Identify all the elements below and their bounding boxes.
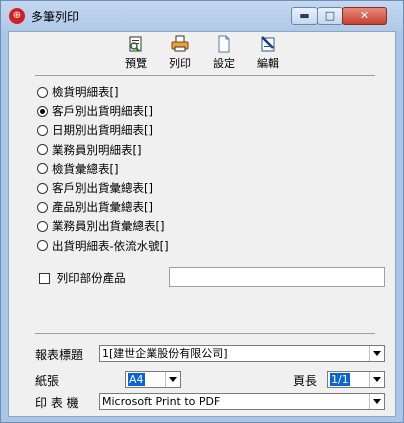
report-option-label: 業務員別出貨彙總表[] xyxy=(52,219,165,234)
radio-button[interactable] xyxy=(37,86,48,98)
report-option[interactable]: 客戶別出貨彙總表[] xyxy=(37,180,153,196)
close-button[interactable]: ✕ xyxy=(342,7,387,25)
settings-label: 設定 xyxy=(213,57,235,70)
printer-label: 印 表 機 xyxy=(35,396,79,410)
report-option-label: 業務員別明細表[] xyxy=(52,142,142,157)
partial-print-input[interactable] xyxy=(169,267,385,287)
radio-button[interactable] xyxy=(37,182,48,194)
radio-button[interactable] xyxy=(37,163,48,175)
printer-icon xyxy=(171,35,189,52)
toolbar-divider xyxy=(35,75,375,76)
radio-button[interactable] xyxy=(37,144,48,156)
report-option[interactable]: 日期別出貨明細表[] xyxy=(37,122,153,138)
app-logo-icon: ⊕ xyxy=(9,8,25,24)
radio-button[interactable] xyxy=(37,240,48,252)
report-option-label: 產品別出貨彙總表[] xyxy=(52,200,153,215)
report-option[interactable]: 業務員別明細表[] xyxy=(37,142,141,158)
page-length-combo[interactable]: 1/1 xyxy=(327,371,385,388)
print-dialog-window: ⊕ 多筆列印 ▬ □ ✕ 預覽 列印 設定 編輯 檢貨明細表[] 客戶別出貨明細… xyxy=(0,0,404,423)
report-title-value: 1[建世企業股份有限公司] xyxy=(102,347,228,360)
report-title-label: 報表標題 xyxy=(35,348,84,362)
dialog-body: 預覽 列印 設定 編輯 檢貨明細表[] 客戶別出貨明細表[] 日期別出貨明細表[… xyxy=(8,31,396,417)
paper-value: A4 xyxy=(128,373,145,386)
edit-icon xyxy=(261,36,275,52)
page-setup-icon xyxy=(218,35,230,53)
page-length-value: 1/1 xyxy=(330,373,350,386)
partial-print-checkbox[interactable]: 列印部份產品 xyxy=(39,270,126,286)
preview-label: 預覽 xyxy=(125,57,147,70)
preview-button[interactable]: 預覽 xyxy=(115,34,157,71)
checkbox-box[interactable] xyxy=(39,273,50,284)
chevron-down-icon[interactable] xyxy=(369,346,384,361)
maximize-button[interactable]: □ xyxy=(317,7,343,25)
preview-icon xyxy=(129,36,142,52)
radio-button[interactable] xyxy=(37,201,48,213)
printer-combo[interactable]: Microsoft Print to PDF xyxy=(99,393,385,410)
chevron-down-icon[interactable] xyxy=(369,394,384,409)
title-bar[interactable]: ⊕ 多筆列印 ▬ □ ✕ xyxy=(1,1,403,31)
printer-value: Microsoft Print to PDF xyxy=(102,395,221,408)
report-option-label: 出貨明細表-依流水號[] xyxy=(52,238,169,253)
report-title-combo[interactable]: 1[建世企業股份有限公司] xyxy=(99,345,385,362)
edit-label: 編輯 xyxy=(257,57,279,70)
radio-button[interactable] xyxy=(37,105,48,117)
report-option[interactable]: 檢貨彙總表[] xyxy=(37,161,118,177)
report-option[interactable]: 檢貨明細表[] xyxy=(37,84,118,100)
settings-divider xyxy=(35,333,375,334)
report-option[interactable]: 出貨明細表-依流水號[] xyxy=(37,238,169,254)
radio-button[interactable] xyxy=(37,124,48,136)
partial-print-label: 列印部份產品 xyxy=(56,271,126,285)
radio-button[interactable] xyxy=(37,220,48,232)
paper-combo[interactable]: A4 xyxy=(125,371,181,388)
page-length-label: 頁長 xyxy=(293,374,318,388)
report-option-label: 檢貨明細表[] xyxy=(52,85,119,99)
report-option-label: 日期別出貨明細表[] xyxy=(52,123,153,138)
report-option[interactable]: 客戶別出貨明細表[] xyxy=(37,103,153,119)
chevron-down-icon[interactable] xyxy=(369,372,384,387)
edit-button[interactable]: 編輯 xyxy=(247,34,289,71)
chevron-down-icon[interactable] xyxy=(165,372,180,387)
print-button[interactable]: 列印 xyxy=(159,34,201,71)
print-label: 列印 xyxy=(169,57,191,70)
report-option[interactable]: 產品別出貨彙總表[] xyxy=(37,199,153,215)
report-option[interactable]: 業務員別出貨彙總表[] xyxy=(37,218,164,234)
report-option-label: 客戶別出貨彙總表[] xyxy=(52,181,153,195)
toolbar: 預覽 列印 設定 編輯 xyxy=(9,32,395,76)
report-option-label: 客戶別出貨明細表[] xyxy=(52,104,153,119)
minimize-button[interactable]: ▬ xyxy=(291,7,318,25)
paper-label: 紙張 xyxy=(35,374,60,388)
window-title: 多筆列印 xyxy=(31,10,80,24)
settings-button[interactable]: 設定 xyxy=(203,34,245,71)
report-option-label: 檢貨彙總表[] xyxy=(52,161,119,176)
